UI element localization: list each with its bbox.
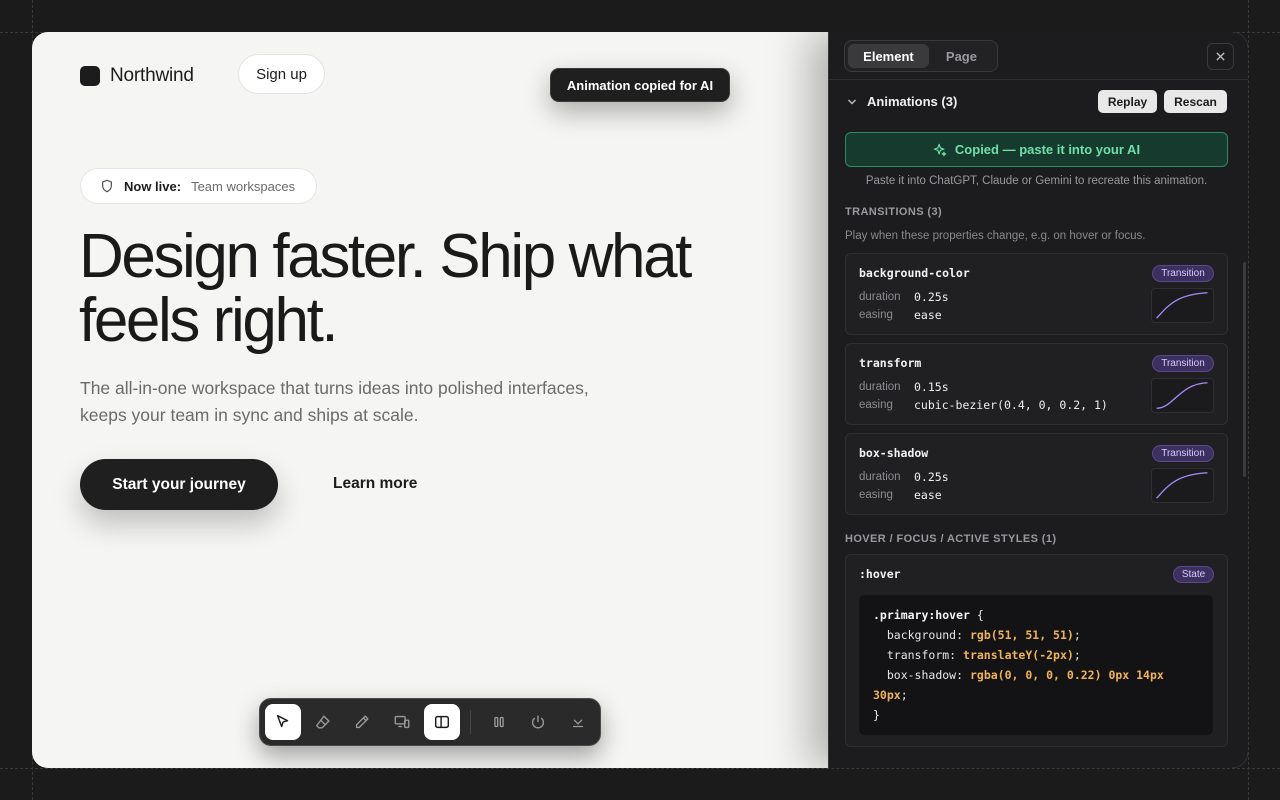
easing-curve-icon (1156, 472, 1208, 499)
collapse-button[interactable] (560, 704, 596, 740)
rescan-button[interactable]: Rescan (1164, 90, 1227, 113)
replay-button[interactable]: Replay (1098, 90, 1157, 113)
copied-toast: Animation copied for AI (550, 68, 730, 102)
power-icon (532, 715, 545, 729)
animations-toggle[interactable]: Animations (3) (847, 94, 957, 109)
power-button[interactable] (521, 704, 557, 740)
transition-property: box-shadow (859, 446, 929, 460)
animations-heading: Animations (3) (867, 94, 958, 109)
browser-frame: Northwind Sign up Animation copied for A… (32, 32, 1248, 768)
copied-label: Copied — paste it into your AI (954, 142, 1141, 157)
panel-scrollbar[interactable] (1243, 262, 1246, 477)
state-css-code[interactable]: .primary:hover { background: rgb(51, 51,… (859, 595, 1213, 735)
easing-curve-icon (1156, 292, 1208, 319)
brand-name: Northwind (110, 65, 194, 86)
brand-logo-icon (80, 66, 100, 86)
transition-badge: Transition (1152, 355, 1214, 372)
transition-badge: Transition (1152, 445, 1214, 462)
site-preview: Northwind Sign up Animation copied for A… (32, 32, 828, 768)
live-value: Team workspaces (191, 178, 296, 194)
easing-value: cubic-bezier(0.4, 0, 0.2, 1) (914, 398, 1108, 412)
transition-card[interactable]: transform Transition duration 0.15s easi… (845, 343, 1228, 425)
tab-page[interactable]: Page (929, 44, 994, 68)
sidebar-panel-icon (434, 715, 449, 729)
css-property: box-shadow (886, 668, 957, 682)
duration-label: duration (859, 381, 901, 393)
duration-label: duration (859, 471, 901, 483)
close-icon (1216, 52, 1225, 61)
signup-button[interactable]: Sign up (238, 54, 325, 94)
easing-label: easing (859, 399, 893, 411)
easing-value: ease (914, 308, 942, 322)
eraser-tool-button[interactable] (305, 704, 341, 740)
easing-label: easing (859, 309, 893, 321)
pause-button[interactable] (481, 704, 517, 740)
css-property: background (886, 628, 957, 642)
css-property: transform (886, 648, 950, 662)
pencil-tool-button[interactable] (345, 704, 381, 740)
transition-property: transform (859, 356, 922, 370)
tab-element[interactable]: Element (848, 44, 929, 68)
pause-icon (493, 716, 504, 728)
state-badge: State (1173, 566, 1214, 583)
duration-value: 0.25s (914, 290, 949, 304)
start-journey-button[interactable]: Start your journey (80, 459, 278, 510)
easing-curve-icon (1156, 382, 1208, 409)
select-icon (276, 714, 289, 728)
css-selector: .primary:hover (873, 608, 970, 622)
easing-label: easing (859, 489, 893, 501)
chevron-down-icon (847, 98, 857, 105)
guide-line (0, 768, 1280, 769)
learn-more-link[interactable]: Learn more (333, 475, 417, 493)
sidebar-panel-button[interactable] (424, 704, 460, 740)
close-button[interactable] (1207, 43, 1234, 70)
states-title: HOVER / FOCUS / ACTIVE STYLES (1) (845, 533, 1057, 545)
transition-card[interactable]: background-color Transition duration 0.2… (845, 253, 1228, 335)
panel-divider (829, 79, 1248, 80)
state-card[interactable]: :hover State .primary:hover { background… (845, 554, 1228, 747)
state-selector: :hover (859, 567, 901, 581)
inspector-tabs: Element Page (844, 40, 998, 72)
css-value: translateY(-2px) (963, 648, 1074, 662)
now-live-pill[interactable]: Now live: Team workspaces (80, 168, 317, 204)
live-label: Now live: (124, 178, 182, 194)
css-value: rgb(51, 51, 51) (969, 628, 1074, 642)
brand[interactable]: Northwind (80, 65, 194, 87)
duration-value: 0.15s (914, 380, 949, 394)
collapse-icon (572, 719, 584, 728)
transition-property: background-color (859, 266, 970, 280)
copied-hint: Paste it into ChatGPT, Claude or Gemini … (865, 175, 1208, 187)
devices-icon (394, 715, 410, 729)
easing-curve-preview (1151, 288, 1214, 323)
duration-value: 0.25s (914, 470, 949, 484)
easing-value: ease (914, 488, 942, 502)
transition-card[interactable]: box-shadow Transition duration 0.25s eas… (845, 433, 1228, 515)
guide-line (1248, 0, 1249, 800)
pencil-icon (356, 715, 369, 729)
eraser-icon (315, 715, 330, 729)
transitions-title: TRANSITIONS (3) (845, 206, 943, 218)
inspector-panel: Element Page Animations (3) Replay Resca… (828, 32, 1248, 768)
sparkle-icon (933, 143, 947, 156)
hero-subtitle: The all-in-one workspace that turns idea… (80, 378, 589, 425)
transition-badge: Transition (1152, 265, 1214, 282)
hero-title: Design faster. Ship what feels right. (79, 222, 692, 355)
shield-icon (102, 179, 112, 193)
easing-curve-preview (1151, 468, 1214, 503)
transitions-description: Play when these properties change, e.g. … (845, 230, 1146, 242)
select-tool-button[interactable] (265, 704, 301, 740)
toolbar-divider (469, 710, 471, 734)
duration-label: duration (859, 291, 901, 303)
easing-curve-preview (1151, 378, 1214, 413)
devtools-toolbar (259, 698, 601, 746)
devices-tool-button[interactable] (384, 704, 420, 740)
copied-ai-button[interactable]: Copied — paste it into your AI (845, 132, 1228, 167)
